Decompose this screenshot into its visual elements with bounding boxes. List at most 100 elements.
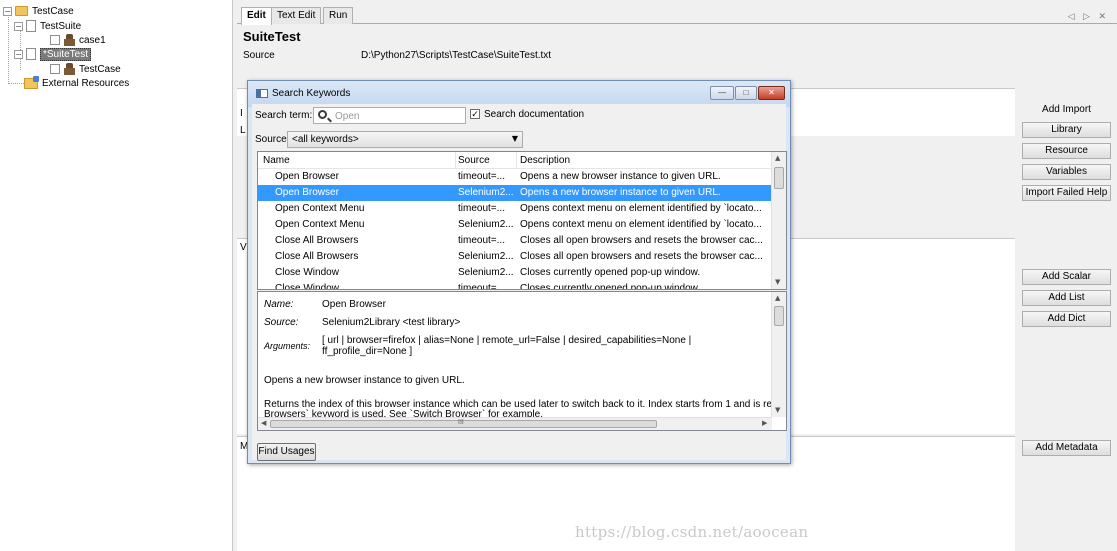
search-keywords-dialog: Search Keywords — □ ✕ Search term: Open … (247, 80, 791, 464)
keyword-name: Open Context Menu (275, 203, 365, 214)
details-horizontal-scrollbar[interactable]: ◀ III ▶ (258, 417, 772, 430)
keyword-source: Selenium2... (458, 251, 514, 262)
tree-node-testcase-root[interactable]: − TestCase (3, 4, 74, 18)
tree-node-suitetest[interactable]: − *SuiteTest (14, 47, 92, 61)
project-tree[interactable]: − TestCase − TestSuite case1 − *SuiteTes… (0, 0, 233, 551)
keyword-list-scrollbar[interactable]: ▲ ▼ (771, 152, 786, 289)
search-input-text: Open (335, 111, 360, 122)
keyword-row[interactable]: Open Browser timeout=... Opens a new brows… (258, 169, 772, 185)
add-metadata-button[interactable]: Add Metadata (1022, 440, 1111, 456)
dropdown-arrow-icon: ▼ (511, 134, 518, 143)
add-import-label: Add Import (1042, 104, 1091, 115)
editor-tabbar: Edit Text Edit Run ◁ ▷ ✕ (237, 4, 1117, 25)
keyword-source: timeout=... (458, 171, 505, 182)
keyword-source: timeout=... (458, 203, 505, 214)
collapse-icon[interactable]: − (14, 21, 23, 31)
keyword-row[interactable]: Open Browser Selenium2... Opens a new brow… (258, 185, 772, 201)
column-header-name[interactable]: Name (263, 155, 290, 166)
column-header-source[interactable]: Source (458, 155, 490, 166)
maximize-button[interactable]: □ (735, 86, 757, 100)
collapse-icon[interactable]: − (3, 6, 12, 16)
search-input[interactable]: Open (313, 107, 466, 124)
keyword-row[interactable]: Open Context Menu timeout=... Opens contex… (258, 201, 772, 217)
keyword-row[interactable]: Close Window timeout=... Closes currently … (258, 281, 772, 290)
keyword-source: Selenium2... (458, 187, 514, 198)
library-button[interactable]: Library (1022, 122, 1111, 138)
search-documentation-checkbox[interactable]: ✓ (470, 109, 480, 119)
source-filter-label: Source: (255, 134, 290, 145)
tree-node-label: External Resources (42, 77, 130, 89)
details-scrollbar[interactable]: ▲ ▼ (771, 292, 786, 417)
robot-icon (64, 34, 75, 46)
tree-node-label: case1 (79, 34, 106, 46)
keyword-row[interactable]: Close Window Selenium2... Closes currently… (258, 265, 772, 281)
add-dict-button[interactable]: Add Dict (1022, 311, 1111, 327)
scroll-down-icon[interactable]: ▼ (775, 278, 780, 286)
tab-navigation-icons[interactable]: ◁ ▷ ✕ (1068, 11, 1109, 22)
keyword-row[interactable]: Close All Browsers timeout=... Closes all … (258, 233, 772, 249)
add-list-button[interactable]: Add List (1022, 290, 1111, 306)
test-checkbox[interactable] (50, 64, 60, 74)
watermark-text: https://blog.csdn.net/aoocean (575, 523, 809, 541)
scrollbar-thumb[interactable] (774, 306, 784, 326)
scroll-up-icon[interactable]: ▲ (775, 154, 780, 162)
keyword-description: Closes currently opened pop-up window. (520, 283, 701, 290)
keyword-list[interactable]: Name Source Description Open Browser time… (257, 151, 787, 290)
tree-node-label: TestSuite (40, 20, 82, 32)
import-failed-help-button[interactable]: Import Failed Help (1022, 185, 1111, 201)
keyword-description: Opens a new browser instance to given UR… (520, 187, 721, 198)
find-usages-button[interactable]: Find Usages (257, 443, 316, 461)
column-header-description[interactable]: Description (520, 155, 570, 166)
detail-summary: Opens a new browser instance to given UR… (264, 375, 465, 386)
tree-node-testcase[interactable]: TestCase (50, 62, 121, 76)
tab-run[interactable]: Run (323, 7, 354, 24)
section-label: L (240, 125, 246, 136)
column-divider[interactable] (455, 152, 456, 169)
dialog-title: Search Keywords (272, 88, 351, 99)
minimize-button[interactable]: — (710, 86, 734, 100)
source-filter-select[interactable]: <all keywords> ▼ (287, 131, 523, 148)
keyword-name: Close Window (275, 283, 339, 290)
close-button[interactable]: ✕ (758, 86, 785, 100)
keyword-description: Closes all open browsers and resets the … (520, 235, 763, 246)
scroll-right-icon[interactable]: ▶ (762, 419, 767, 427)
window-icon (256, 89, 268, 98)
keyword-name: Close All Browsers (275, 235, 359, 246)
tab-text-edit[interactable]: Text Edit (271, 7, 322, 24)
keyword-description: Closes currently opened pop-up window. (520, 267, 701, 278)
search-icon (318, 110, 327, 119)
scroll-left-icon[interactable]: ◀ (261, 419, 266, 427)
scrollbar-thumb[interactable] (774, 167, 784, 189)
test-checkbox[interactable] (50, 35, 60, 45)
scroll-down-icon[interactable]: ▼ (775, 406, 780, 414)
detail-name-key: Name: (264, 299, 294, 310)
tree-node-external-resources[interactable]: External Resources (24, 75, 130, 90)
keyword-list-header: Name Source Description (258, 152, 772, 169)
collapse-icon[interactable]: − (14, 49, 23, 59)
tree-node-label: *SuiteTest (40, 47, 92, 61)
suite-file-icon (26, 20, 36, 32)
keyword-description: Opens context menu on element identified… (520, 219, 762, 230)
add-scalar-button[interactable]: Add Scalar (1022, 269, 1111, 285)
detail-source-value: Selenium2Library <test library> (322, 317, 461, 328)
source-path: D:\Python27\Scripts\TestCase\SuiteTest.t… (361, 50, 552, 61)
section-label: I (240, 108, 243, 119)
tree-node-case1[interactable]: case1 (50, 33, 106, 47)
keyword-source: timeout=... (458, 283, 505, 290)
external-resources-icon (24, 75, 39, 89)
scrollbar-grip: III (458, 419, 464, 426)
keyword-name: Close All Browsers (275, 251, 359, 262)
tab-edit[interactable]: Edit (241, 7, 272, 25)
scroll-up-icon[interactable]: ▲ (775, 294, 780, 302)
keyword-description: Opens a new browser instance to given UR… (520, 171, 721, 182)
column-divider[interactable] (516, 152, 517, 169)
source-label: Source (243, 50, 275, 61)
tree-node-label: TestCase (32, 5, 74, 17)
tree-node-label: TestCase (79, 63, 121, 75)
keyword-row[interactable]: Open Context Menu Selenium2... Opens conte… (258, 217, 772, 233)
resource-button[interactable]: Resource (1022, 143, 1111, 159)
tree-node-testsuite[interactable]: − TestSuite (14, 19, 81, 33)
variables-button[interactable]: Variables (1022, 164, 1111, 180)
keyword-name: Open Browser (275, 171, 339, 182)
keyword-row[interactable]: Close All Browsers Selenium2... Closes all… (258, 249, 772, 265)
